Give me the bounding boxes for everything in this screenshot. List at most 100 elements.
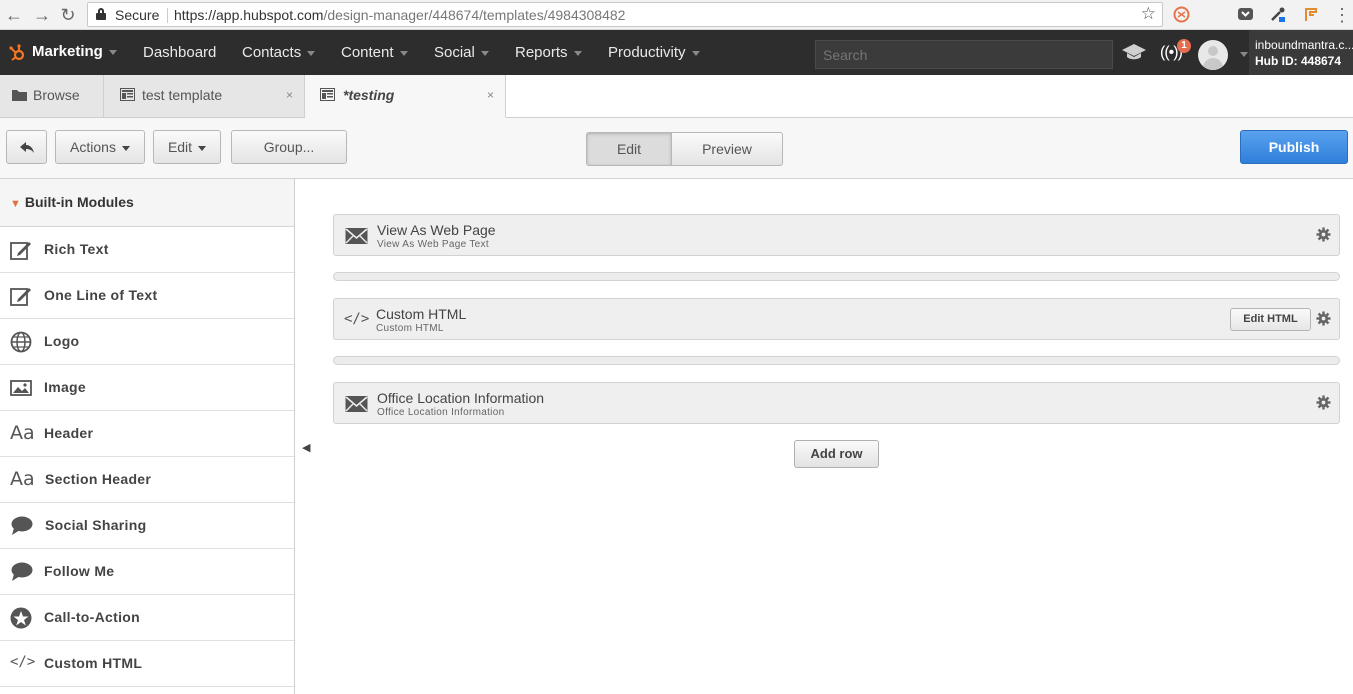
text-size-icon: Aa bbox=[10, 468, 35, 490]
academy-cap-icon[interactable] bbox=[1121, 42, 1147, 62]
edit-dropdown[interactable]: Edit bbox=[153, 130, 221, 164]
gear-icon[interactable] bbox=[1316, 311, 1331, 326]
close-icon[interactable]: × bbox=[487, 88, 494, 102]
module-title: Office Location Information bbox=[377, 390, 545, 406]
tab-testing-label: *testing bbox=[343, 87, 395, 103]
extension-icon[interactable] bbox=[1173, 6, 1190, 23]
module-logo[interactable]: Logo bbox=[0, 319, 294, 365]
eyedropper-icon[interactable] bbox=[1269, 6, 1286, 23]
edit-mode-button[interactable]: Edit bbox=[586, 132, 672, 166]
pocket-icon[interactable] bbox=[1237, 6, 1254, 23]
account-menu[interactable]: inboundmantra.c... Hub ID: 448674 bbox=[1249, 30, 1353, 75]
module-social-sharing[interactable]: Social Sharing bbox=[0, 503, 294, 549]
module-follow-me[interactable]: Follow Me bbox=[0, 549, 294, 595]
tab-browse-label: Browse bbox=[33, 87, 80, 103]
envelope-icon bbox=[345, 396, 368, 412]
avatar[interactable] bbox=[1198, 40, 1228, 70]
template-module-view-as-web-page[interactable]: View As Web Page View As Web Page Text bbox=[333, 214, 1340, 256]
module-label: One Line of Text bbox=[44, 287, 158, 303]
module-custom-html[interactable]: </> Custom HTML bbox=[0, 641, 294, 687]
account-name: inboundmantra.c... bbox=[1255, 38, 1353, 52]
file-tab-bar: Browse test template × *testing × bbox=[0, 75, 1353, 118]
module-label: Header bbox=[44, 425, 94, 441]
hubspot-sprocket-icon[interactable] bbox=[8, 44, 26, 62]
module-sidebar: ▼ Built-in Modules Rich Text One Line of … bbox=[0, 179, 295, 694]
module-call-to-action[interactable]: Call-to-Action bbox=[0, 595, 294, 641]
code-icon: </> bbox=[10, 654, 36, 670]
url-path: /design-manager/448674/templates/4984308… bbox=[323, 7, 626, 23]
empty-row[interactable] bbox=[333, 356, 1340, 365]
template-module-office-location[interactable]: Office Location Information Office Locat… bbox=[333, 382, 1340, 424]
code-icon: </> bbox=[344, 311, 370, 327]
publish-button[interactable]: Publish bbox=[1240, 130, 1348, 164]
group-button[interactable]: Group... bbox=[231, 130, 347, 164]
module-label: Call-to-Action bbox=[44, 609, 140, 625]
reply-arrow-icon bbox=[19, 142, 34, 154]
template-module-custom-html[interactable]: </> Custom HTML Custom HTML Edit HTML bbox=[333, 298, 1340, 340]
star-icon bbox=[10, 607, 32, 629]
secure-label: Secure bbox=[115, 7, 160, 23]
tab-test-template-label: test template bbox=[142, 87, 223, 103]
tab-browse[interactable]: Browse bbox=[0, 75, 104, 118]
edit-icon bbox=[10, 288, 31, 306]
gear-icon[interactable] bbox=[1316, 227, 1331, 242]
close-icon[interactable]: × bbox=[286, 88, 293, 102]
back-button[interactable] bbox=[6, 130, 47, 164]
built-in-modules-header[interactable]: ▼ Built-in Modules bbox=[0, 179, 294, 227]
hubspot-nav: Marketing Dashboard Contacts Content Soc… bbox=[0, 30, 1353, 75]
address-bar[interactable]: Secure https://app.hubspot.com/design-ma… bbox=[87, 2, 1163, 27]
nav-productivity[interactable]: Productivity bbox=[608, 44, 700, 61]
module-one-line-of-text[interactable]: One Line of Text bbox=[0, 273, 294, 319]
url-text[interactable]: https://app.hubspot.com/design-manager/4… bbox=[174, 7, 625, 23]
module-label: Image bbox=[44, 379, 86, 395]
edit-html-button[interactable]: Edit HTML bbox=[1230, 308, 1311, 331]
search-input[interactable] bbox=[815, 40, 1113, 69]
chevron-down-icon bbox=[198, 145, 207, 151]
nav-content[interactable]: Content bbox=[341, 44, 408, 61]
nav-social[interactable]: Social bbox=[434, 44, 489, 61]
module-rich-text[interactable]: Rich Text bbox=[0, 227, 294, 273]
module-section-header[interactable]: Aa Section Header bbox=[0, 457, 294, 503]
text-size-icon: Aa bbox=[10, 422, 35, 444]
forward-arrow-icon[interactable]: → bbox=[30, 3, 54, 27]
hub-id: Hub ID: 448674 bbox=[1255, 54, 1342, 68]
bookmark-star-icon[interactable]: ☆ bbox=[1141, 4, 1156, 24]
module-image[interactable]: Image bbox=[0, 365, 294, 411]
module-subtitle: View As Web Page Text bbox=[377, 239, 489, 250]
flag-extension-icon[interactable] bbox=[1302, 6, 1319, 23]
expanded-triangle-icon: ▼ bbox=[10, 198, 21, 210]
nav-reports[interactable]: Reports bbox=[515, 44, 582, 61]
account-chevron-down-icon[interactable] bbox=[1240, 52, 1248, 57]
nav-contacts[interactable]: Contacts bbox=[242, 44, 316, 61]
module-label: Follow Me bbox=[44, 563, 115, 579]
gear-icon[interactable] bbox=[1316, 395, 1331, 410]
module-title: View As Web Page bbox=[377, 222, 496, 238]
tab-test-template[interactable]: test template × bbox=[104, 75, 305, 118]
tab-testing[interactable]: *testing × bbox=[305, 75, 506, 118]
module-label: Rich Text bbox=[44, 241, 109, 257]
nav-marketing[interactable]: Marketing bbox=[32, 43, 117, 60]
envelope-icon bbox=[345, 228, 368, 244]
actions-label: Actions bbox=[70, 139, 116, 155]
browser-menu-icon[interactable]: ⋮ bbox=[1330, 3, 1353, 27]
empty-row[interactable] bbox=[333, 272, 1340, 281]
back-arrow-icon[interactable]: ← bbox=[2, 3, 26, 27]
template-icon bbox=[120, 88, 135, 101]
module-header[interactable]: Aa Header bbox=[0, 411, 294, 457]
reload-icon[interactable]: ↻ bbox=[56, 3, 80, 27]
module-label: Custom HTML bbox=[44, 655, 143, 671]
lock-icon bbox=[96, 8, 106, 20]
speech-bubble-icon bbox=[11, 562, 33, 581]
template-icon bbox=[320, 88, 335, 101]
image-icon bbox=[10, 380, 32, 396]
speech-bubble-icon bbox=[11, 516, 33, 535]
actions-dropdown[interactable]: Actions bbox=[55, 130, 145, 164]
module-label: Social Sharing bbox=[45, 517, 147, 533]
module-title: Custom HTML bbox=[376, 306, 467, 322]
nav-dashboard[interactable]: Dashboard bbox=[143, 44, 216, 61]
collapse-sidebar-arrow-icon[interactable]: ◀ bbox=[302, 441, 310, 454]
preview-mode-button[interactable]: Preview bbox=[672, 132, 783, 166]
add-row-button[interactable]: Add row bbox=[794, 440, 879, 468]
nav-content-label: Content bbox=[341, 44, 394, 61]
globe-icon bbox=[10, 331, 32, 353]
